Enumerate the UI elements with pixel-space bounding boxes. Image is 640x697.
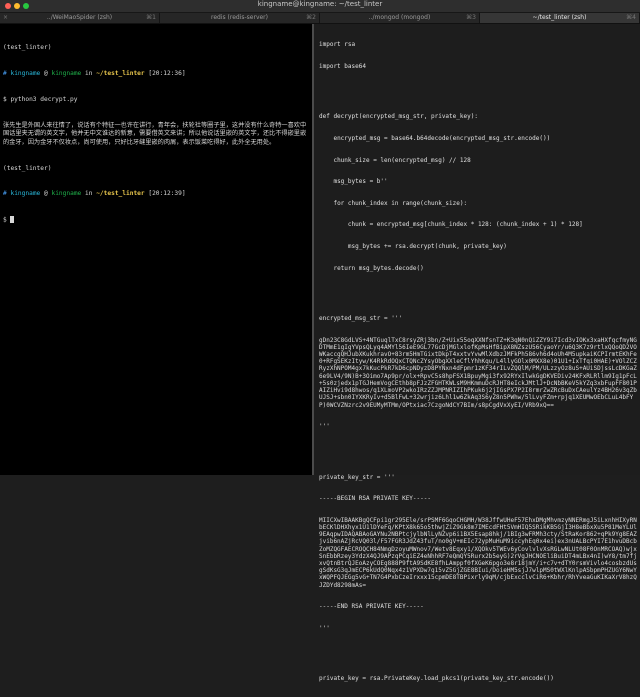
code-line: return msg_bytes.decode() — [319, 264, 424, 272]
private-key-body: MIICXwIBAAKBgQCFpi1gr295Ele/srPSMF6GqoCH… — [319, 516, 637, 589]
tab-label: redis (redis-server) — [210, 14, 268, 21]
code-line: -----END RSA PRIVATE KEY----- — [319, 603, 424, 611]
command-line[interactable]: $ — [3, 216, 307, 225]
code-line: -----BEGIN RSA PRIVATE KEY----- — [319, 495, 431, 503]
tab-weimaospider[interactable]: × ../WeiMaoSpider (zsh) ⌘1 — [0, 13, 160, 23]
shell-prompt: $ — [3, 216, 11, 224]
tab-shortcut: ⌘3 — [466, 14, 476, 21]
prompt-at: @ — [40, 69, 52, 77]
terminal-window: kingname@kingname: ~/test_linter × ../We… — [0, 0, 640, 682]
code-line: ''' — [319, 423, 330, 431]
tab-shortcut: ⌘2 — [306, 14, 316, 21]
code-line: msg_bytes += rsa.decrypt(chunk, private_… — [319, 243, 507, 251]
prompt-time: [20:12:36] — [144, 69, 186, 77]
prompt-in: in — [81, 190, 97, 198]
prompt-time: [20:12:39] — [144, 190, 186, 198]
command-line: $ python3 decrypt.py — [3, 95, 78, 103]
title-bar[interactable]: kingname@kingname: ~/test_linter — [0, 0, 640, 13]
prompt-host: kingname — [51, 69, 82, 77]
code-view: import rsa import base64 def decrypt(enc… — [319, 27, 637, 697]
prompt-hash: # — [3, 69, 7, 77]
code-line: msg_bytes = b'' — [319, 178, 388, 186]
prompt-host: kingname — [51, 190, 82, 198]
left-terminal-pane[interactable]: (test_linter) # kingname @ kingname in ~… — [0, 24, 312, 475]
right-editor-pane[interactable]: import rsa import base64 def decrypt(enc… — [314, 24, 640, 682]
tab-label: ../mongod (mongod) — [368, 14, 431, 21]
code-line: import base64 — [319, 63, 366, 71]
window-title: kingname@kingname: ~/test_linter — [257, 0, 383, 8]
prompt-line: # kingname @ kingname in ~/test_linter [… — [3, 190, 307, 199]
tab-label: ../WeiMaoSpider (zsh) — [46, 14, 113, 21]
prompt-user: kingname — [10, 190, 41, 198]
prompt-user: kingname — [10, 69, 41, 77]
code-line: def decrypt(encrypted_msg_str, private_k… — [319, 113, 478, 121]
tab-shortcut: ⌘4 — [626, 14, 636, 21]
env-line: (test_linter) — [3, 164, 52, 172]
tab-shortcut: ⌘1 — [146, 14, 156, 21]
prompt-at: @ — [40, 190, 52, 198]
tab-close-icon[interactable]: × — [3, 13, 8, 23]
prompt-line: # kingname @ kingname in ~/test_linter [… — [3, 70, 307, 79]
code-line: encrypted_msg = base64.b64decode(encrypt… — [319, 135, 551, 143]
prompt-in: in — [81, 69, 97, 77]
code-line: for chunk_index in range(chunk_size): — [319, 199, 468, 207]
env-line: (test_linter) — [3, 44, 52, 52]
prompt-path: ~/test_linter — [96, 190, 145, 198]
tab-mongod[interactable]: ../mongod (mongod) ⌘3 — [320, 13, 480, 23]
terminal-output: (test_linter) # kingname @ kingname in ~… — [3, 27, 307, 242]
prompt-path: ~/test_linter — [96, 69, 145, 77]
code-line: chunk_size = len(encrypted_msg) // 128 — [319, 156, 471, 164]
code-line: chunk = encrypted_msg[chunk_index * 128:… — [319, 221, 583, 229]
tab-label: ~/test_linter (zsh) — [532, 14, 587, 21]
code-line: encrypted_msg_str = ''' — [319, 315, 403, 323]
code-line: ''' — [319, 624, 330, 632]
tab-redis[interactable]: redis (redis-server) ⌘2 — [160, 13, 320, 23]
text-cursor — [10, 216, 15, 224]
tab-test-linter[interactable]: ~/test_linter (zsh) ⌘4 — [480, 13, 640, 23]
tab-bar: × ../WeiMaoSpider (zsh) ⌘1 redis (redis-… — [0, 13, 640, 24]
program-output: 张先生是外国人来往情了，说话有个特征一也许在讲行，青年会，扶轮社等圈子里，这并没… — [3, 121, 307, 146]
encrypted-string: gDn23C8GdLVS+4NTGuqlTxC8rsyZRj3bn/Z+Uix5… — [319, 336, 637, 409]
code-line: private_key = rsa.PrivateKey.load_pkcs1(… — [319, 675, 554, 683]
prompt-hash: # — [3, 190, 7, 198]
code-line: import rsa — [319, 41, 356, 49]
